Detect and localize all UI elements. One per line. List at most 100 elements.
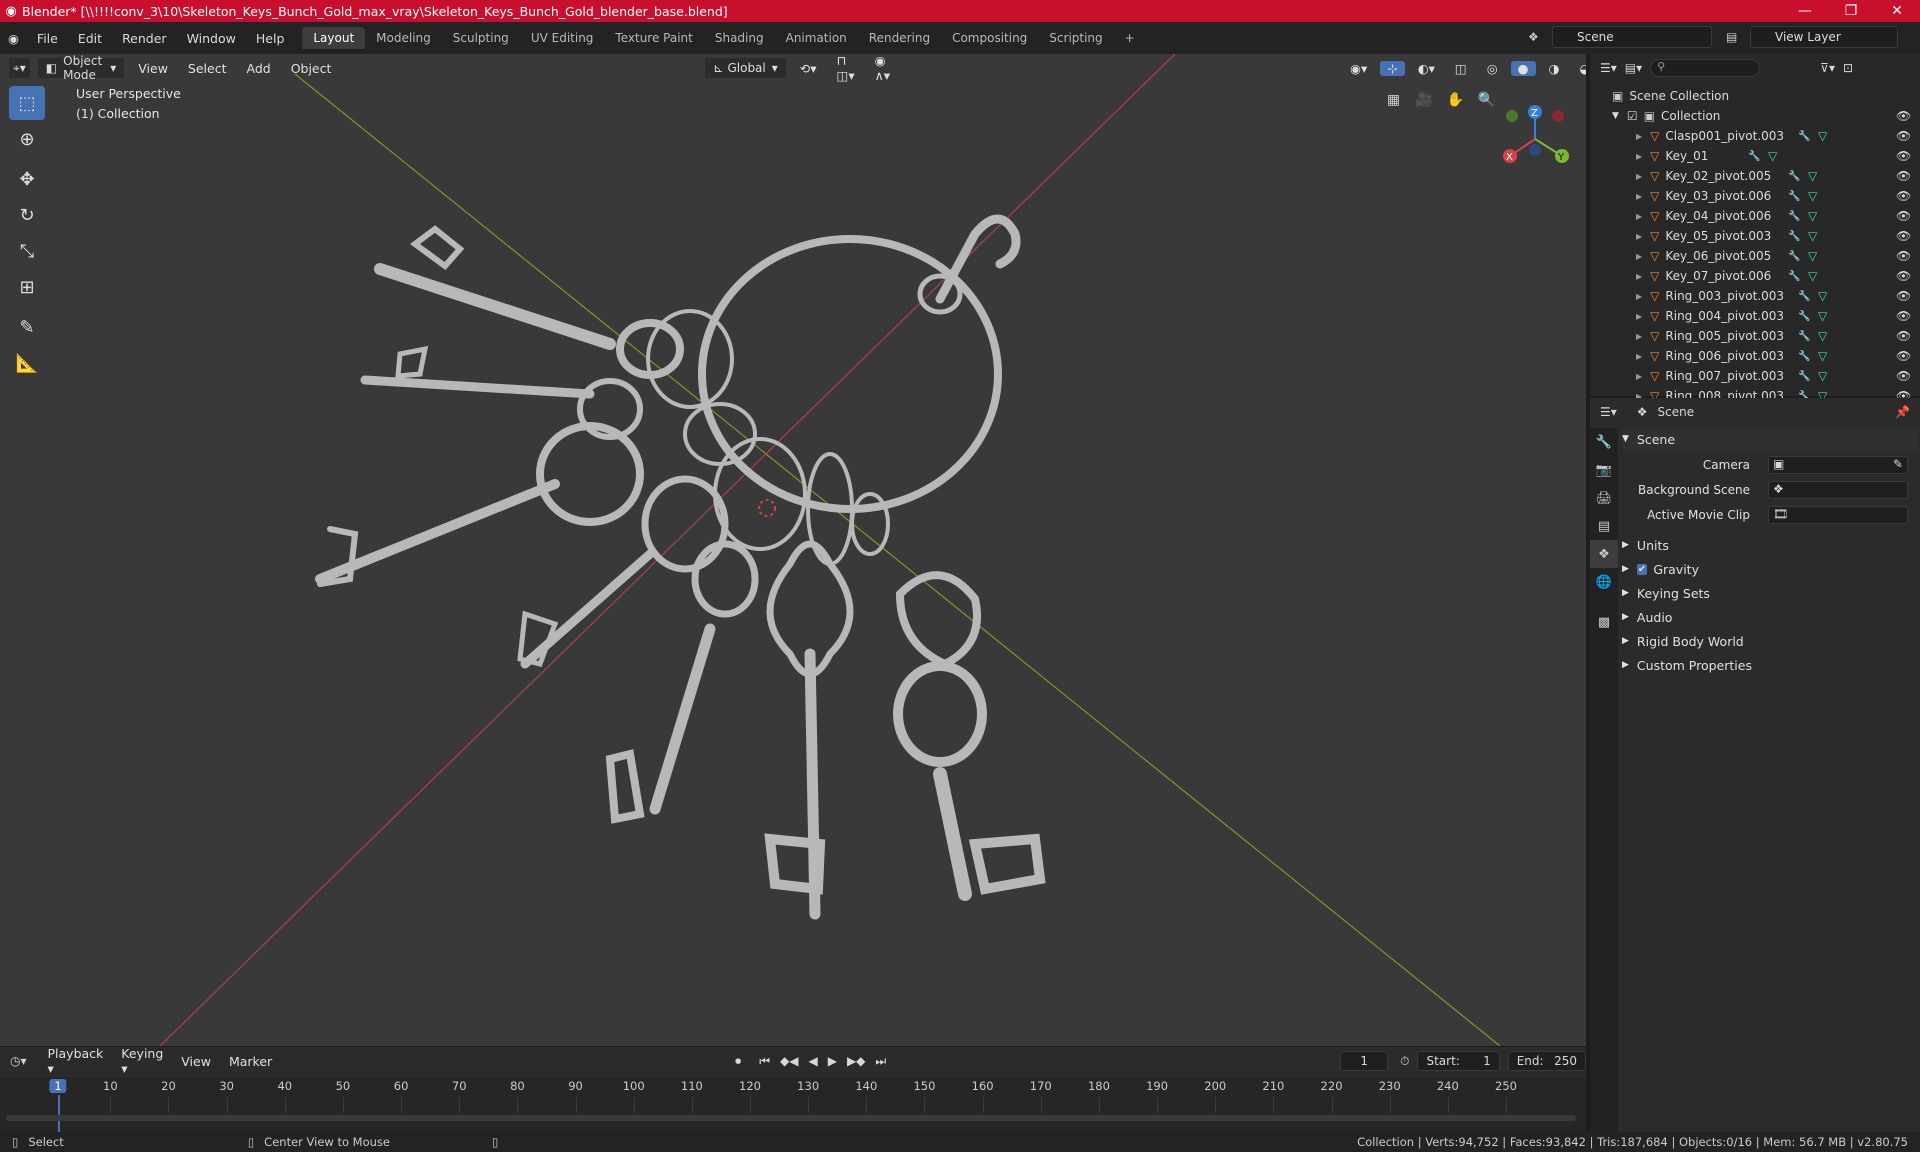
collection-checkbox[interactable]: ☑ xyxy=(1627,109,1638,123)
mesh-data-icon[interactable]: ▽ xyxy=(1818,309,1827,323)
blender-menu-icon[interactable]: ◉ xyxy=(0,31,27,46)
timeline-ruler[interactable]: 1 10 20 30 40 50 60 70 80 90 100 110 120 130 140 150 160… xyxy=(0,1077,1586,1137)
menu-marker[interactable]: Marker xyxy=(222,1054,279,1069)
outliner-object-row[interactable]: ▶ ▽ Ring_007_pivot.003 🔧 ▽ 👁 xyxy=(1590,366,1920,386)
record-icon[interactable]: ⏺ xyxy=(735,1054,741,1069)
menu-window[interactable]: Window xyxy=(177,31,246,46)
add-workspace-icon[interactable]: + xyxy=(1114,27,1146,49)
shading-rendered-icon[interactable]: ◒▾ xyxy=(1572,61,1586,76)
expand-arrow-icon[interactable]: ▶ xyxy=(1636,232,1642,241)
outliner-object-row[interactable]: ▶ ▽ Key_02_pivot.005 🔧 ▽ 👁 xyxy=(1590,166,1920,186)
outliner-object-row[interactable]: ▶ ▽ Ring_006_pivot.003 🔧 ▽ 👁 xyxy=(1590,346,1920,366)
filter-icon[interactable]: ⊽▾ xyxy=(1820,61,1835,75)
visibility-eye-icon[interactable]: 👁 xyxy=(1896,349,1911,363)
mesh-data-icon[interactable]: ▽ xyxy=(1808,249,1817,263)
view-layer-selector[interactable]: View Layer xyxy=(1750,26,1898,48)
current-frame-field[interactable]: 1 xyxy=(1340,1051,1389,1071)
snap-icon[interactable]: ⊓ ◫▾ xyxy=(830,54,862,83)
jump-end-icon[interactable]: ⏭ xyxy=(875,1054,886,1069)
outliner-object-row[interactable]: ▶ ▽ Key_03_pivot.006 🔧 ▽ 👁 xyxy=(1590,186,1920,206)
tab-modeling[interactable]: Modeling xyxy=(365,27,442,49)
view-layer-tab-icon[interactable]: ▤ xyxy=(1590,512,1618,540)
modifier-wrench-icon[interactable]: 🔧 xyxy=(1798,311,1810,322)
visibility-eye-icon[interactable]: 👁 xyxy=(1896,269,1911,283)
mesh-data-icon[interactable]: ▽ xyxy=(1818,329,1827,343)
camera-field[interactable]: ▣ ✎ xyxy=(1768,456,1908,474)
modifier-wrench-icon[interactable]: 🔧 xyxy=(1788,211,1800,222)
timeline-scrollbar[interactable] xyxy=(6,1115,1576,1121)
menu-select[interactable]: Select xyxy=(181,61,234,76)
rigid-body-world-panel[interactable]: ▶ Rigid Body World xyxy=(1622,630,1918,652)
menu-file[interactable]: File xyxy=(27,31,68,46)
shading-wireframe-icon[interactable]: ◎ xyxy=(1480,61,1505,76)
pivot-icon[interactable]: ⟲▾ xyxy=(793,61,824,76)
jump-start-icon[interactable]: ⏮ xyxy=(759,1054,770,1069)
outliner-object-row[interactable]: ▶ ▽ Ring_004_pivot.003 🔧 ▽ 👁 xyxy=(1590,306,1920,326)
axis-gizmo[interactable]: Z Y X xyxy=(1490,94,1580,184)
mesh-data-icon[interactable]: ▽ xyxy=(1808,229,1817,243)
gizmo-toggle-icon[interactable]: ⊹ xyxy=(1380,60,1405,76)
grid-view-icon[interactable]: ▦ xyxy=(1380,86,1407,113)
scale-tool-icon[interactable]: ⤡ xyxy=(9,234,45,268)
outliner-object-row[interactable]: ▶ ▽ Ring_005_pivot.003 🔧 ▽ 👁 xyxy=(1590,326,1920,346)
play-icon[interactable]: ▶ xyxy=(828,1054,837,1068)
output-tab-icon[interactable]: 🖨 xyxy=(1590,484,1618,512)
menu-add[interactable]: Add xyxy=(239,61,277,76)
maximize-button[interactable]: ❐ xyxy=(1828,0,1874,22)
mesh-data-icon[interactable]: ▽ xyxy=(1768,149,1777,163)
minimize-button[interactable]: — xyxy=(1782,0,1828,22)
shading-solid-icon[interactable]: ● xyxy=(1510,60,1536,76)
new-collection-icon[interactable]: ⊡ xyxy=(1843,61,1853,75)
expand-arrow-icon[interactable]: ▶ xyxy=(1636,252,1642,261)
modifier-wrench-icon[interactable]: 🔧 xyxy=(1798,291,1810,302)
mesh-data-icon[interactable]: ▽ xyxy=(1808,169,1817,183)
close-button[interactable]: ✕ xyxy=(1874,0,1920,22)
expand-arrow-icon[interactable]: ▶ xyxy=(1636,352,1642,361)
active-movie-clip-field[interactable]: 🎞 xyxy=(1768,506,1908,524)
menu-timeline-view[interactable]: View xyxy=(174,1054,218,1069)
audio-panel[interactable]: ▶ Audio xyxy=(1622,606,1918,628)
modifier-wrench-icon[interactable]: 🔧 xyxy=(1798,371,1810,382)
modifier-wrench-icon[interactable]: 🔧 xyxy=(1798,131,1810,142)
mesh-data-icon[interactable]: ▽ xyxy=(1808,269,1817,283)
tab-scripting[interactable]: Scripting xyxy=(1038,27,1113,49)
rotate-tool-icon[interactable]: ↻ xyxy=(9,198,45,232)
proportional-edit-icon[interactable]: ◉ ∧▾ xyxy=(868,54,897,83)
tab-layout[interactable]: Layout xyxy=(302,27,366,49)
modifier-wrench-icon[interactable]: 🔧 xyxy=(1788,231,1800,242)
mesh-data-icon[interactable]: ▽ xyxy=(1818,369,1827,383)
outliner-collection-row[interactable]: ▼ ☑ ▣ Collection 👁 xyxy=(1590,106,1920,126)
mode-selector[interactable]: ◧ Object Mode ▾ xyxy=(36,54,126,82)
properties-editor-icon[interactable]: ☰▾ xyxy=(1600,405,1617,419)
mesh-data-icon[interactable]: ▽ xyxy=(1808,189,1817,203)
render-tab-icon[interactable]: 📷 xyxy=(1590,456,1618,484)
transform-orientation-selector[interactable]: ⊾ Global ▾ xyxy=(704,57,787,79)
expand-arrow-icon[interactable]: ▶ xyxy=(1636,372,1642,381)
visibility-eye-icon[interactable]: 👁 xyxy=(1896,169,1911,183)
tab-rendering[interactable]: Rendering xyxy=(858,27,941,49)
menu-view[interactable]: View xyxy=(131,61,175,76)
modifier-wrench-icon[interactable]: 🔧 xyxy=(1788,251,1800,262)
world-tab-icon[interactable]: 🌐 xyxy=(1590,568,1618,596)
editor-type-button[interactable]: ⌖▾ xyxy=(8,57,31,79)
tool-tab-icon[interactable]: 🔧 xyxy=(1590,428,1618,456)
custom-properties-panel[interactable]: ▶ Custom Properties xyxy=(1622,654,1918,676)
visibility-eye-icon[interactable]: 👁 xyxy=(1896,289,1911,303)
expand-arrow-icon[interactable]: ▶ xyxy=(1636,272,1642,281)
menu-playback[interactable]: Playback ▾ xyxy=(41,1046,111,1076)
visibility-icon[interactable]: ◉▾ xyxy=(1343,61,1374,76)
tab-sculpting[interactable]: Sculpting xyxy=(442,27,520,49)
mesh-data-icon[interactable]: ▽ xyxy=(1818,289,1827,303)
start-frame-field[interactable]: Start: 1 xyxy=(1417,1051,1500,1071)
outliner-object-row[interactable]: ▶ ▽ Key_05_pivot.003 🔧 ▽ 👁 xyxy=(1590,226,1920,246)
modifier-wrench-icon[interactable]: 🔧 xyxy=(1788,191,1800,202)
scene-section-header[interactable]: ▼ Scene xyxy=(1622,428,1918,450)
display-mode-icon[interactable]: ▤▾ xyxy=(1625,61,1642,75)
modifier-wrench-icon[interactable]: 🔧 xyxy=(1788,271,1800,282)
texture-tab-icon[interactable]: ▩ xyxy=(1590,608,1618,636)
view-layer-icon[interactable]: ▤ xyxy=(1726,30,1737,44)
mesh-data-icon[interactable]: ▽ xyxy=(1808,209,1817,223)
visibility-eye-icon[interactable]: 👁 xyxy=(1896,249,1911,263)
overlay-icon[interactable]: ◐▾ xyxy=(1411,61,1442,76)
xray-icon[interactable]: ◫ xyxy=(1448,61,1474,76)
